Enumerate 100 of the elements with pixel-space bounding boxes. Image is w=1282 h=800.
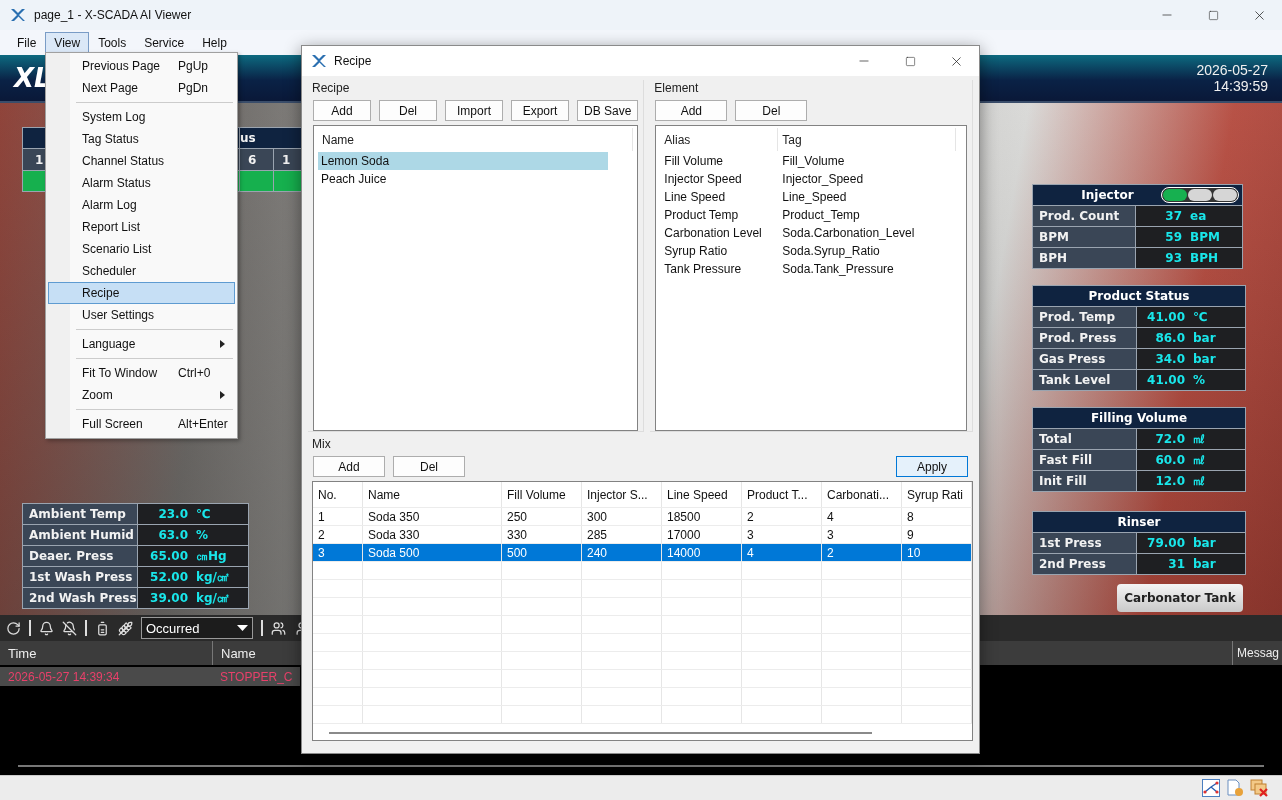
parameter-label: 2nd Wash Press <box>23 588 137 608</box>
bell-icon[interactable] <box>39 620 54 636</box>
mix-button[interactable]: Add <box>313 456 385 477</box>
menu-item[interactable]: Fit To Window Ctrl+0 <box>48 362 235 384</box>
recipe-button[interactable]: DB Save <box>577 100 639 121</box>
tag-cell-text: Soda.Carbonation_Level <box>781 226 916 240</box>
column-header[interactable]: Product T... <box>742 482 822 507</box>
menu-bar-item[interactable]: File <box>8 31 46 54</box>
menu-item-label: System Log <box>82 110 147 124</box>
column-header[interactable]: Time <box>0 641 212 665</box>
status-table-cell: 1 <box>282 152 291 167</box>
element-button[interactable]: Del <box>735 100 808 121</box>
recipe-button[interactable]: Add <box>313 100 371 121</box>
table-cell: 2 <box>742 508 822 525</box>
element-button[interactable]: Add <box>655 100 728 121</box>
column-header[interactable]: Fill Volume <box>502 482 582 507</box>
parameter-value: 41.00 <box>1146 373 1185 387</box>
document-icon[interactable] <box>1226 779 1244 797</box>
status-table-header: us <box>240 131 256 145</box>
menu-item-label: Scheduler <box>82 264 138 278</box>
parameter-label: Ambient Humid <box>23 525 137 545</box>
alias-cell-text: Injector Speed <box>663 172 743 186</box>
recipe-button[interactable]: Export <box>511 100 569 121</box>
parameter-label: Init Fill <box>1033 471 1136 491</box>
column-header[interactable]: No. <box>313 482 363 507</box>
menu-item[interactable]: Scheduler <box>48 260 235 282</box>
recipe-button[interactable]: Import <box>445 100 503 121</box>
table-cell: 3 <box>822 526 902 543</box>
column-header[interactable]: Injector S... <box>582 482 662 507</box>
table-cell: 4 <box>742 544 822 561</box>
tag-cell-text: Soda.Tank_Pressure <box>781 262 895 276</box>
scrollbar[interactable] <box>329 732 872 734</box>
table-cell: 17000 <box>662 526 742 543</box>
battery-icon[interactable] <box>95 620 110 636</box>
menu-item-label: Alarm Log <box>82 198 138 212</box>
bell-off-icon[interactable] <box>62 620 77 636</box>
shortcut-text: PgUp <box>178 59 210 73</box>
column-header[interactable]: Tag <box>778 128 957 151</box>
unit-text: ㎖ <box>1193 451 1206 469</box>
mix-button[interactable]: Del <box>393 456 465 477</box>
menu-bar-item[interactable]: View <box>45 31 90 54</box>
column-header[interactable]: Line Speed <box>662 482 742 507</box>
column-header[interactable]: Name <box>363 482 502 507</box>
mix-row[interactable]: 1 Soda 350 250 300 18500 2 4 8 <box>313 508 972 526</box>
carbonator-tank-button[interactable]: Carbonator Tank <box>1117 584 1243 612</box>
menu-item[interactable]: Full Screen Alt+Enter <box>48 413 235 435</box>
menu-item[interactable]: System Log <box>48 106 235 128</box>
app-logo-icon <box>10 7 26 23</box>
status-indicator <box>23 171 46 191</box>
menu-item[interactable]: Next Page PgDn <box>48 77 235 99</box>
menu-bar-item[interactable]: Tools <box>89 31 136 54</box>
column-header[interactable]: Carbonati... <box>822 482 902 507</box>
network-icon[interactable] <box>1202 779 1220 797</box>
shortcut-text: Ctrl+0 <box>178 366 212 380</box>
app-logo-icon <box>311 53 327 69</box>
date-text: 2026-05-27 <box>1196 62 1268 78</box>
alias-cell-text: Product Temp <box>663 208 740 222</box>
tag-cell-text: Line_Speed <box>781 190 848 204</box>
parameter-value: 59 <box>1164 230 1182 244</box>
recipe-list-item[interactable]: Lemon Soda <box>318 152 608 170</box>
menu-item[interactable]: Alarm Log <box>48 194 235 216</box>
mix-row[interactable]: 3 Soda 500 500 240 14000 4 2 10 <box>313 544 972 562</box>
menu-item[interactable]: Report List <box>48 216 235 238</box>
menu-item[interactable]: Zoom <box>48 384 235 406</box>
column-header[interactable]: Name <box>318 128 634 151</box>
parameter-value: 41.00 <box>1146 310 1185 324</box>
parameter-label: BPH <box>1033 248 1135 268</box>
column-header[interactable]: Alias <box>660 128 779 151</box>
refresh-icon[interactable] <box>6 620 21 636</box>
filter-dropdown[interactable]: Occurred <box>141 617 253 639</box>
menu-bar-item[interactable]: Help <box>193 31 236 54</box>
unit-text: ㎖ <box>1193 430 1206 448</box>
users-icon[interactable] <box>271 620 286 636</box>
parameter-value: 86.0 <box>1154 331 1185 345</box>
menu-item[interactable]: User Settings <box>48 304 235 326</box>
menu-item[interactable]: Tag Status <box>48 128 235 150</box>
menu-item[interactable]: Recipe <box>48 282 235 304</box>
parameter-label: Prod. Press <box>1033 328 1136 348</box>
status-indicator <box>240 171 273 191</box>
menu-item[interactable]: Previous Page PgUp <box>48 55 235 77</box>
parameter-value: 60.0 <box>1154 453 1185 467</box>
table-cell: 250 <box>502 508 582 525</box>
alarm-name: STOPPER_C <box>219 668 294 686</box>
group-title: Element <box>653 80 700 96</box>
recipe-list-item[interactable]: Peach Juice <box>318 170 608 188</box>
wheat-icon[interactable] <box>118 620 133 636</box>
parameter-value: 65.00 <box>149 549 188 563</box>
menu-item-label: Fit To Window <box>82 366 159 380</box>
alias-cell-text: Fill Volume <box>663 154 725 168</box>
menu-item-label: Recipe <box>82 286 121 300</box>
menu-item[interactable]: Channel Status <box>48 150 235 172</box>
column-header[interactable]: Syrup Rati <box>902 482 972 507</box>
menu-item[interactable]: Language <box>48 333 235 355</box>
apply-button[interactable]: Apply <box>896 456 968 477</box>
menu-item[interactable]: Alarm Status <box>48 172 235 194</box>
column-header[interactable]: Messag <box>1232 641 1282 665</box>
menu-bar-item[interactable]: Service <box>135 31 194 54</box>
window-delete-icon[interactable] <box>1250 779 1268 797</box>
menu-item[interactable]: Scenario List <box>48 238 235 260</box>
recipe-button[interactable]: Del <box>379 100 437 121</box>
